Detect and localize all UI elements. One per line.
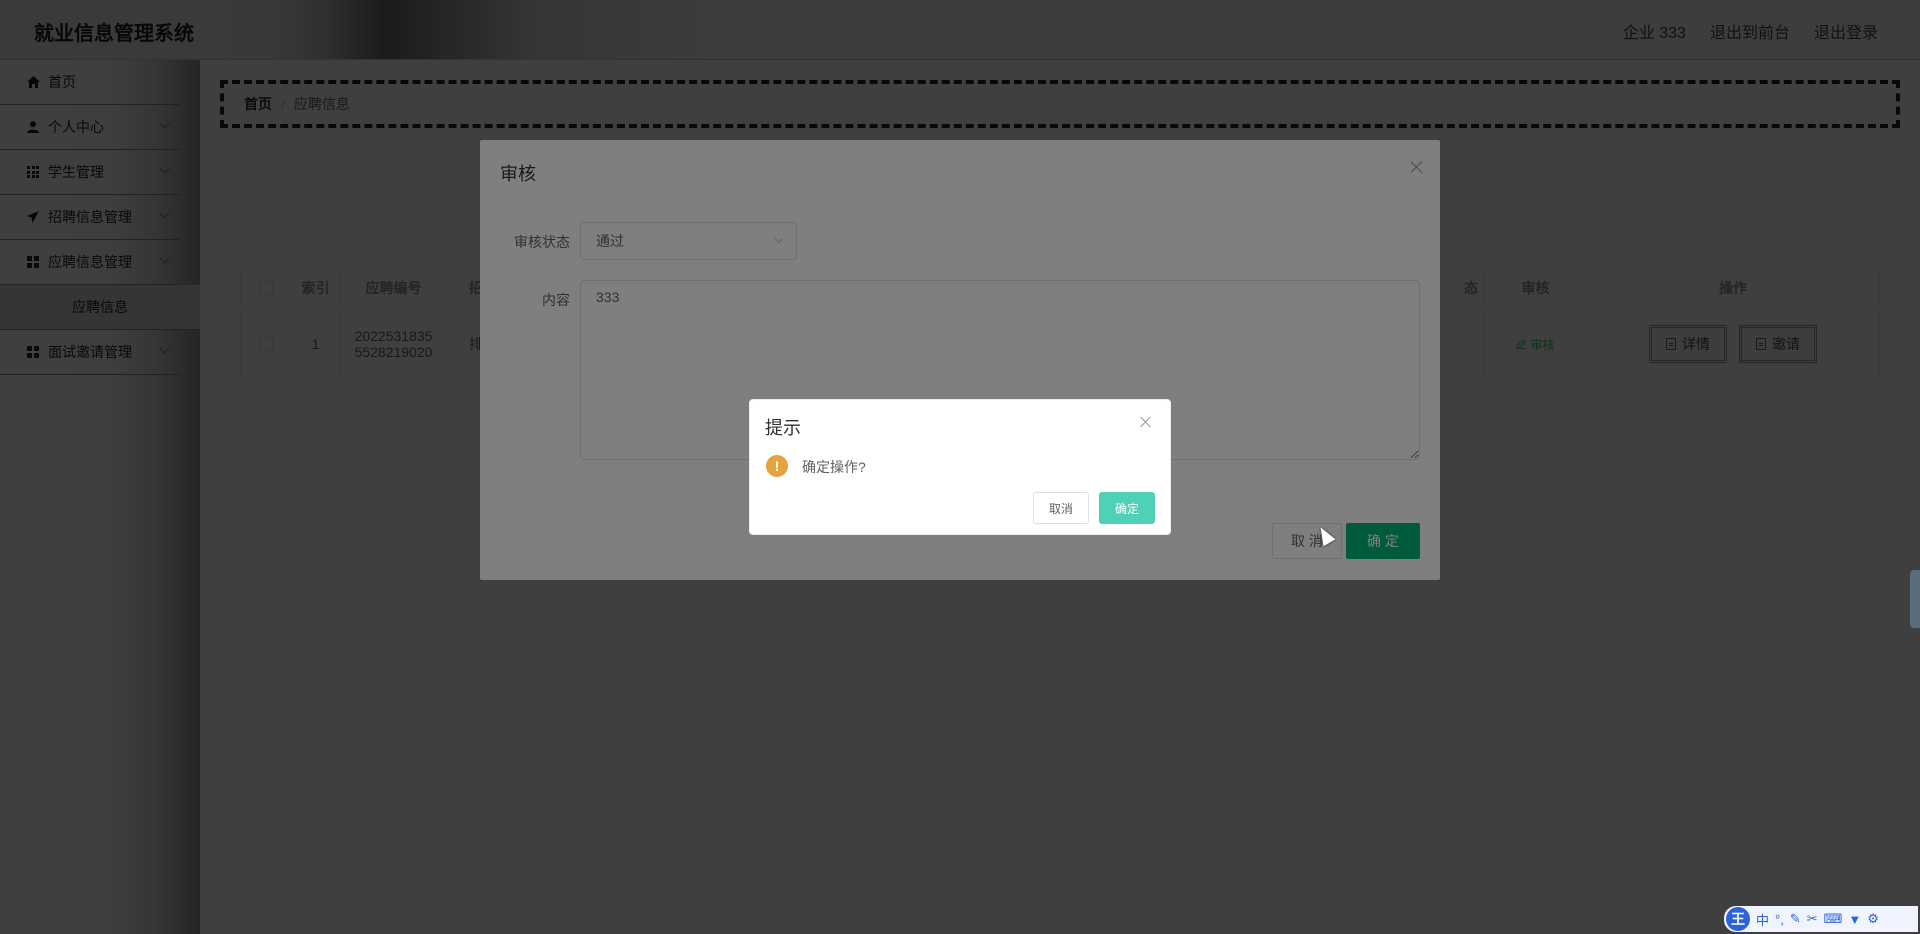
ime-mode-toggle[interactable]: 中 (1756, 910, 1769, 929)
keyboard-icon[interactable]: ⌨ (1824, 911, 1843, 927)
ime-punctuation-toggle[interactable]: °, (1775, 912, 1784, 927)
ime-logo-icon[interactable]: 王 (1726, 907, 1750, 931)
close-icon[interactable] (1140, 416, 1152, 428)
scissors-icon[interactable]: ✂ (1807, 911, 1818, 927)
warning-icon: ! (766, 455, 788, 477)
shirt-icon[interactable]: ▼ (1848, 912, 1861, 927)
gear-icon[interactable]: ⚙ (1867, 911, 1879, 927)
confirm-title: 提示 (765, 418, 801, 438)
confirm-ok-button[interactable]: 确定 (1099, 492, 1155, 524)
confirm-message: 确定操作? (802, 459, 866, 475)
side-handle[interactable] (1910, 570, 1920, 628)
confirm-cancel-button[interactable]: 取消 (1033, 492, 1089, 524)
confirm-message-box: 提示 ! 确定操作? 取消 确定 (749, 399, 1171, 535)
ime-toolbar: 王 中 °, ✎ ✂ ⌨ ▼ ⚙ (1724, 906, 1918, 932)
pen-icon[interactable]: ✎ (1790, 911, 1801, 927)
